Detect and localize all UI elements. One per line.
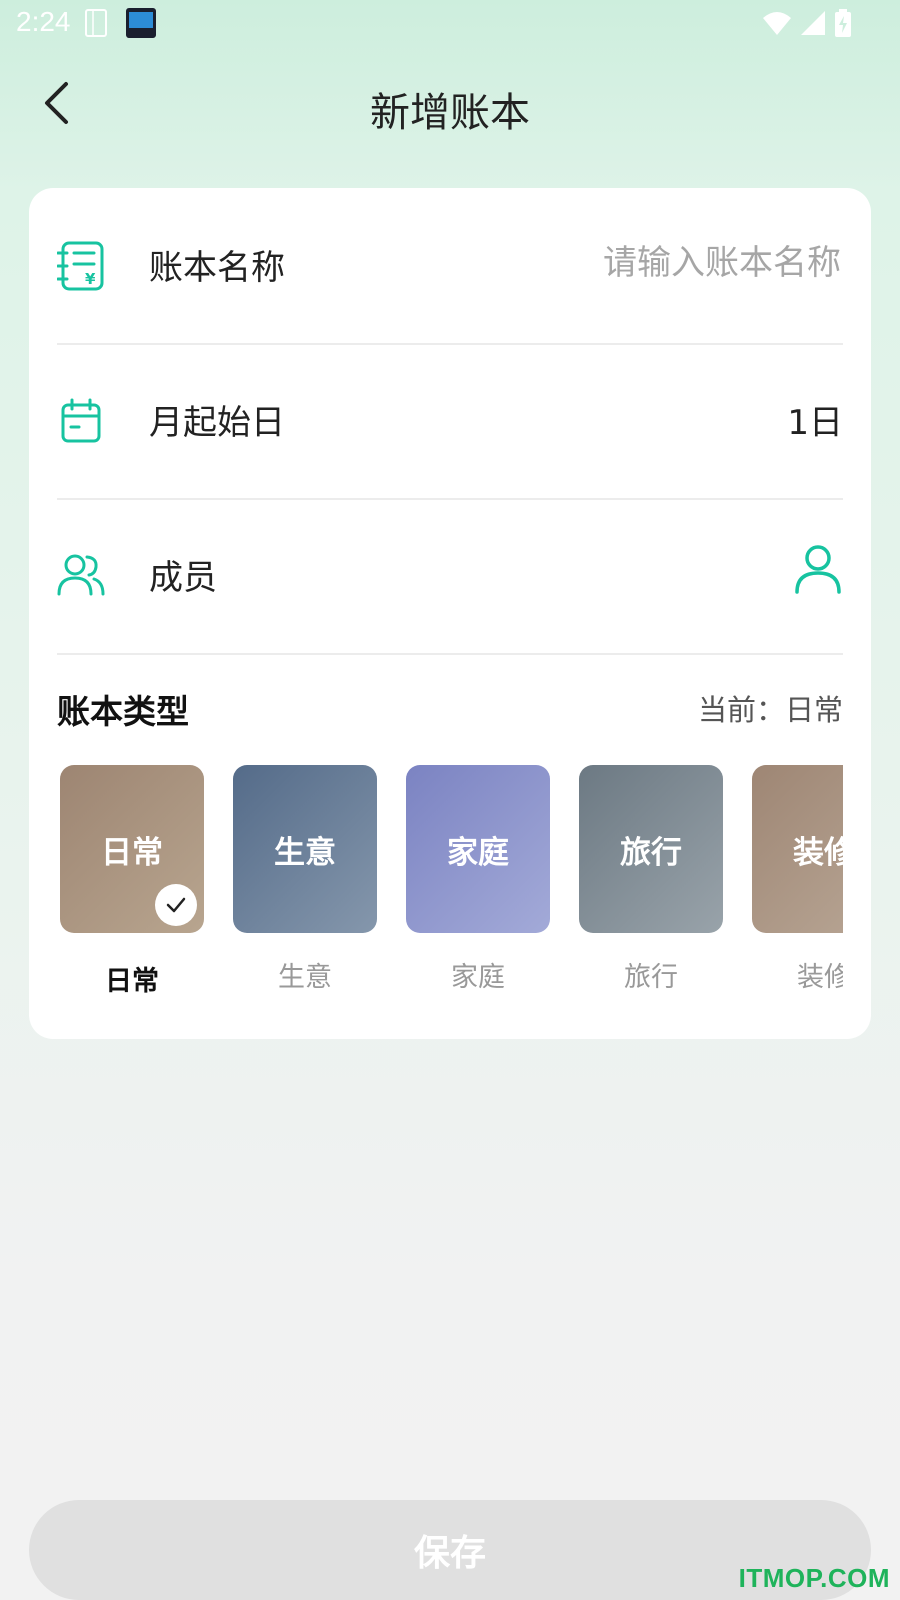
ledger-form-card: ¥ 账本名称 月起始日 1日 成员 账本类型 当前：日常 bbox=[29, 188, 871, 1039]
status-bar: 2:24 bbox=[0, 0, 900, 48]
book-type-family[interactable]: 家庭 家庭 bbox=[406, 765, 550, 995]
book-type-tile: 生意 bbox=[233, 765, 377, 933]
book-type-travel[interactable]: 旅行 旅行 bbox=[579, 765, 723, 995]
page-title: 新增账本 bbox=[370, 90, 530, 136]
month-start-day-row[interactable]: 月起始日 1日 bbox=[57, 343, 843, 500]
book-type-tile: 家庭 bbox=[406, 765, 550, 933]
book-type-tile-label: 日常 bbox=[101, 834, 163, 871]
svg-text:¥: ¥ bbox=[85, 270, 96, 288]
book-type-caption: 家庭 bbox=[451, 962, 505, 993]
calendar-icon bbox=[61, 398, 101, 443]
book-type-current: 当前：日常 bbox=[697, 693, 843, 727]
month-start-day-value: 1日 bbox=[787, 403, 843, 443]
book-type-list: 日常 日常 生意 生意 家庭 家庭 旅行 旅行 装修 装修 bbox=[57, 765, 843, 995]
sim-card-icon bbox=[85, 9, 107, 37]
book-type-tile: 日常 bbox=[60, 765, 204, 933]
signal-icon bbox=[801, 11, 825, 35]
book-type-business[interactable]: 生意 生意 bbox=[233, 765, 377, 995]
month-start-day-label: 月起始日 bbox=[149, 403, 285, 443]
book-type-tile: 装修 bbox=[752, 765, 843, 933]
book-type-tile: 旅行 bbox=[579, 765, 723, 933]
book-type-tile-label: 装修 bbox=[793, 834, 843, 871]
wifi-icon bbox=[763, 12, 791, 35]
book-type-tile-label: 家庭 bbox=[447, 834, 509, 871]
book-type-daily[interactable]: 日常 日常 bbox=[60, 765, 204, 995]
members-label: 成员 bbox=[149, 558, 217, 598]
book-type-caption: 装修 bbox=[797, 962, 843, 993]
book-type-tile-label: 旅行 bbox=[620, 834, 682, 871]
status-time: 2:24 bbox=[16, 6, 71, 37]
members-row: 成员 bbox=[57, 498, 843, 655]
book-type-caption: 日常 bbox=[105, 966, 159, 995]
group-icon bbox=[57, 554, 105, 596]
check-icon bbox=[155, 884, 197, 926]
person-icon[interactable] bbox=[793, 542, 843, 596]
ledger-name-row: ¥ 账本名称 bbox=[57, 188, 843, 345]
ledger-name-input[interactable] bbox=[509, 234, 843, 292]
battery-charging-icon bbox=[835, 9, 851, 37]
book-type-section: 账本类型 当前：日常 日常 日常 生意 生意 家庭 家庭 旅行 旅行 装修 装修 bbox=[57, 663, 843, 1003]
header: 新增账本 bbox=[0, 60, 900, 150]
book-type-title: 账本类型 bbox=[57, 692, 189, 731]
book-type-caption: 生意 bbox=[278, 962, 332, 993]
ledger-list-icon: ¥ bbox=[57, 241, 104, 291]
book-type-decoration[interactable]: 装修 装修 bbox=[752, 765, 843, 995]
status-right-icons bbox=[762, 8, 852, 38]
book-type-tile-label: 生意 bbox=[274, 834, 336, 871]
ledger-name-label: 账本名称 bbox=[149, 248, 285, 288]
watermark-text: ITMOP.COM bbox=[738, 1563, 890, 1593]
book-type-caption: 旅行 bbox=[624, 962, 678, 993]
app-notification-icon bbox=[126, 8, 156, 38]
